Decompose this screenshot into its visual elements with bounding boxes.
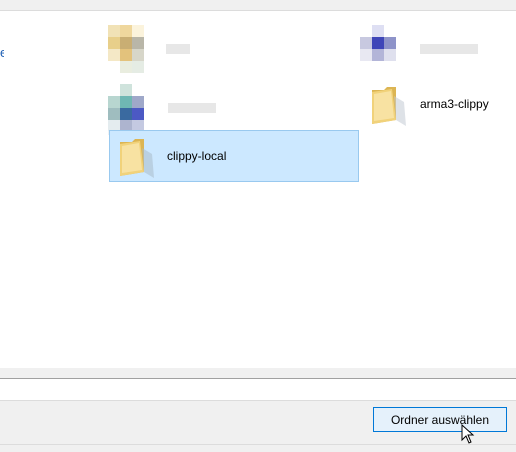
blurred-label [168, 103, 216, 113]
folder-icon [372, 87, 406, 126]
folder-picker-dialog: e arma3-clippy clippy-local Ordner auswä… [0, 0, 516, 452]
folder-item-arma3-clippy[interactable]: arma3-clippy [366, 76, 506, 132]
dialog-footer [0, 444, 516, 452]
select-folder-button[interactable]: Ordner auswählen [373, 407, 507, 432]
folder-label: arma3-clippy [420, 97, 489, 111]
blurred-thumbnail-icon [108, 84, 156, 132]
folder-label: clippy-local [167, 149, 227, 163]
file-item-blurred-1[interactable] [108, 24, 218, 74]
blurred-label [166, 44, 190, 54]
address-bar-area [0, 0, 516, 11]
blurred-thumbnail-icon [108, 25, 156, 73]
horizontal-scrollbar-area[interactable] [0, 368, 516, 379]
file-item-blurred-2[interactable] [360, 24, 490, 74]
folder-icon [120, 139, 154, 178]
folder-item-clippy-local[interactable]: clippy-local [109, 130, 359, 182]
navigation-pane-item[interactable]: e [0, 45, 4, 61]
file-list-view[interactable]: e arma3-clippy clippy-local [0, 11, 516, 368]
blurred-label [420, 44, 478, 54]
blurred-thumbnail-icon [360, 25, 408, 73]
filename-field-area [0, 379, 516, 400]
mouse-pointer-icon [461, 424, 475, 444]
file-item-blurred-3[interactable] [108, 80, 248, 136]
